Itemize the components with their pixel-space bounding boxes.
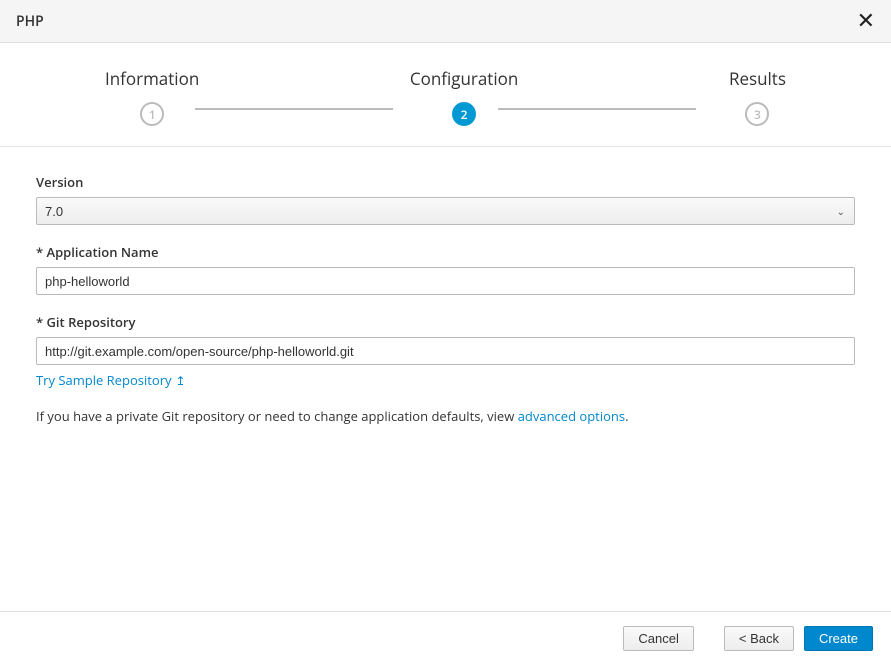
wizard-steps: Information 1 Configuration 2 Results 3 bbox=[0, 43, 891, 147]
back-button[interactable]: < Back bbox=[724, 626, 794, 651]
version-group: Version 7.0 ⌄ bbox=[36, 173, 855, 225]
close-button[interactable]: ✕ bbox=[857, 10, 875, 32]
gitrepo-label: * Git Repository bbox=[36, 313, 855, 331]
step-configuration[interactable]: Configuration 2 bbox=[410, 67, 518, 126]
step-label: Configuration bbox=[410, 67, 518, 90]
gitrepo-input[interactable] bbox=[36, 337, 855, 365]
appname-input[interactable] bbox=[36, 267, 855, 295]
appname-label: * Application Name bbox=[36, 243, 855, 261]
step-circle: 3 bbox=[745, 102, 769, 126]
modal-title: PHP bbox=[16, 12, 44, 31]
step-results[interactable]: Results 3 bbox=[729, 67, 786, 126]
appname-group: * Application Name bbox=[36, 243, 855, 295]
cancel-button[interactable]: Cancel bbox=[623, 626, 693, 651]
step-connector-1 bbox=[195, 108, 393, 110]
upload-icon: ↥ bbox=[176, 372, 186, 389]
try-sample-link[interactable]: Try Sample Repository ↥ bbox=[36, 371, 186, 389]
advanced-options-link[interactable]: advanced options bbox=[518, 407, 625, 425]
version-select[interactable]: 7.0 bbox=[36, 197, 855, 225]
help-text-prefix: If you have a private Git repository or … bbox=[36, 407, 518, 425]
step-information[interactable]: Information 1 bbox=[105, 67, 199, 126]
create-button[interactable]: Create bbox=[804, 626, 873, 651]
step-label: Information bbox=[105, 67, 199, 90]
footer-gap bbox=[704, 626, 714, 651]
step-circle: 2 bbox=[452, 102, 476, 126]
version-label: Version bbox=[36, 173, 855, 191]
form-area: Version 7.0 ⌄ * Application Name * Git R… bbox=[0, 147, 891, 451]
help-text: If you have a private Git repository or … bbox=[36, 407, 855, 425]
step-connector-2 bbox=[498, 108, 696, 110]
modal-header: PHP ✕ bbox=[0, 0, 891, 43]
modal-footer: Cancel < Back Create bbox=[0, 611, 891, 665]
step-circle: 1 bbox=[140, 102, 164, 126]
close-icon: ✕ bbox=[857, 8, 875, 33]
gitrepo-group: * Git Repository Try Sample Repository ↥ bbox=[36, 313, 855, 389]
try-sample-text: Try Sample Repository bbox=[36, 371, 172, 389]
step-label: Results bbox=[729, 67, 786, 90]
help-text-suffix: . bbox=[625, 407, 628, 425]
